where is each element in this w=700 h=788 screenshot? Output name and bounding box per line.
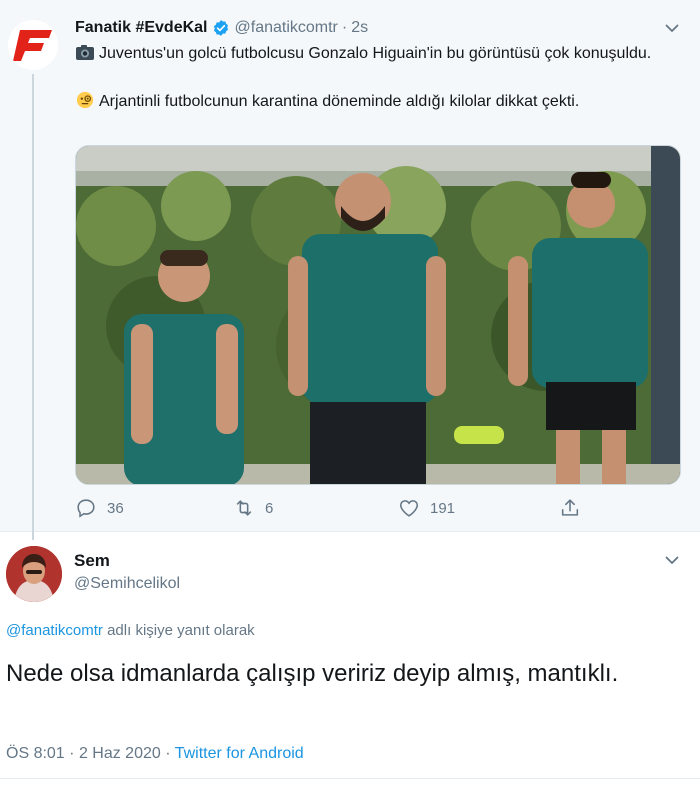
reply-author-name[interactable]: Sem	[74, 551, 110, 571]
reply-menu-chevron-down-icon[interactable]	[664, 552, 680, 568]
sem-avatar[interactable]	[6, 546, 62, 602]
like-count: 191	[430, 499, 456, 517]
thread-connector-line	[32, 74, 34, 540]
replying-to-line: @fanatikcomtr adlı kişiye yanıt olarak	[6, 622, 255, 639]
reply-action[interactable]: 36	[75, 497, 124, 519]
reply-count: 36	[107, 499, 124, 517]
reply-date[interactable]: 2 Haz 2020	[79, 745, 161, 762]
replying-to-suffix: adlı kişiye yanıt olarak	[107, 622, 255, 639]
tweet-header: Fanatik #EvdeKal @fanatikcomtr · 2s	[75, 17, 368, 39]
replying-to-link[interactable]: @fanatikcomtr	[6, 622, 103, 639]
tweet-line-2: Arjantinli futbolcunun karantina dönemin…	[99, 93, 580, 110]
share-icon	[561, 499, 579, 516]
verified-badge-icon	[213, 20, 228, 36]
divider	[0, 778, 700, 779]
training-photo-image	[76, 146, 680, 484]
tweet-time[interactable]: 2s	[351, 19, 368, 37]
fanatik-logo-icon	[8, 20, 58, 70]
tweet-line-1: Juventus'un golcü futbolcusu Gonzalo Hig…	[99, 45, 652, 62]
header-separator: ·	[341, 19, 348, 36]
tweet-menu-chevron-down-icon[interactable]	[664, 20, 680, 36]
retweet-icon	[236, 500, 252, 516]
tweet-paragraph-2: Arjantinli futbolcunun karantina dönemin…	[75, 91, 675, 113]
camera-icon	[76, 45, 94, 60]
retweet-count: 6	[265, 499, 274, 517]
like-action[interactable]: 191	[398, 497, 455, 519]
tweet-photo[interactable]	[75, 145, 681, 485]
reply-source-link[interactable]: Twitter for Android	[175, 745, 304, 762]
reply-meta: ÖS 8:01 · 2 Haz 2020 · Twitter for Andro…	[6, 745, 304, 763]
author-handle[interactable]: @fanatikcomtr	[235, 19, 338, 37]
tweet-actions: 36 6 191	[75, 497, 595, 523]
reply-time[interactable]: ÖS 8:01	[6, 745, 65, 762]
user-avatar-image	[6, 546, 62, 602]
reply-body: Nede olsa idmanlarda çalışıp veririz dey…	[6, 660, 619, 687]
meta-separator-1: ·	[69, 745, 75, 762]
monocle-face-icon	[76, 91, 94, 109]
heart-icon	[399, 500, 419, 517]
share-action[interactable]	[559, 497, 591, 519]
tweet-body: Juventus'un golcü futbolcusu Gonzalo Hig…	[75, 43, 675, 113]
meta-separator-2: ·	[165, 745, 171, 762]
reply-icon	[77, 499, 95, 518]
reply-author-handle[interactable]: @Semihcelikol	[74, 575, 180, 593]
author-name[interactable]: Fanatik #EvdeKal	[75, 19, 208, 37]
fanatik-avatar[interactable]	[8, 20, 58, 70]
retweet-action[interactable]: 6	[233, 497, 273, 519]
tweet-paragraph-1: Juventus'un golcü futbolcusu Gonzalo Hig…	[75, 43, 675, 65]
